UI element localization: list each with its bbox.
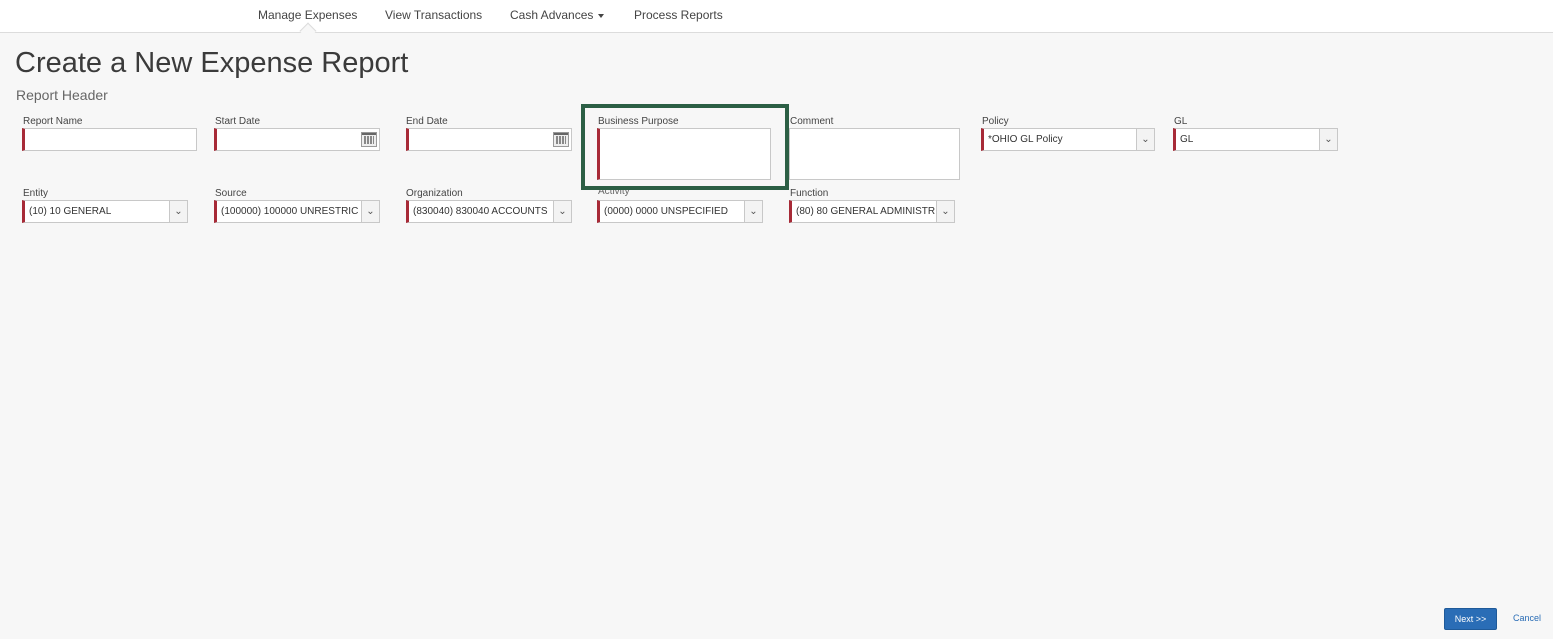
entity-select[interactable]: (10) 10 GENERAL ⌄: [22, 200, 188, 223]
policy-select[interactable]: *OHIO GL Policy ⌄: [981, 128, 1155, 151]
entity-label: Entity: [23, 188, 49, 199]
report-name-input[interactable]: [22, 128, 197, 151]
nav-cash-advances[interactable]: Cash Advances: [510, 8, 605, 22]
next-button[interactable]: Next >>: [1444, 608, 1497, 630]
nav-process-reports[interactable]: Process Reports: [634, 8, 723, 22]
organization-value: (830040) 830040 ACCOUNTS: [413, 206, 548, 217]
report-name-label: Report Name: [23, 116, 83, 127]
chevron-down-icon[interactable]: ⌄: [1136, 129, 1154, 150]
chevron-down-icon[interactable]: ⌄: [1319, 129, 1337, 150]
activity-value: (0000) 0000 UNSPECIFIED: [604, 206, 728, 217]
business-purpose-highlight-box: [581, 104, 789, 190]
function-label: Function: [790, 188, 829, 199]
comment-label: Comment: [790, 116, 834, 127]
section-title: Report Header: [16, 87, 108, 103]
gl-label: GL: [1174, 116, 1188, 127]
comment-textarea[interactable]: [789, 128, 960, 180]
chevron-down-icon[interactable]: ⌄: [169, 201, 187, 222]
chevron-down-icon[interactable]: ⌄: [553, 201, 571, 222]
organization-label: Organization: [406, 188, 463, 199]
start-date-label: Start Date: [215, 116, 261, 127]
end-date-input[interactable]: [406, 128, 572, 151]
start-date-input[interactable]: [214, 128, 380, 151]
gl-value: GL: [1180, 134, 1194, 145]
active-nav-pointer: [299, 22, 317, 40]
nav-manage-expenses[interactable]: Manage Expenses: [258, 8, 357, 22]
policy-label: Policy: [982, 116, 1009, 127]
chevron-down-icon[interactable]: ⌄: [361, 201, 379, 222]
function-select[interactable]: (80) 80 GENERAL ADMINISTR ⌄: [789, 200, 955, 223]
organization-select[interactable]: (830040) 830040 ACCOUNTS ⌄: [406, 200, 572, 223]
end-date-label: End Date: [406, 116, 448, 127]
top-navigation: Manage Expenses View Transactions Cash A…: [0, 0, 1553, 40]
caret-down-icon: [598, 13, 605, 18]
source-label: Source: [215, 188, 247, 199]
calendar-icon[interactable]: [553, 132, 569, 147]
source-value: (100000) 100000 UNRESTRIC: [221, 206, 359, 217]
chevron-down-icon[interactable]: ⌄: [744, 201, 762, 222]
page-title: Create a New Expense Report: [15, 47, 409, 79]
policy-value: *OHIO GL Policy: [988, 134, 1063, 145]
cancel-link[interactable]: Cancel: [1513, 613, 1541, 623]
nav-view-transactions[interactable]: View Transactions: [385, 8, 482, 22]
source-select[interactable]: (100000) 100000 UNRESTRIC ⌄: [214, 200, 380, 223]
calendar-icon[interactable]: [361, 132, 377, 147]
gl-select[interactable]: GL ⌄: [1173, 128, 1338, 151]
function-value: (80) 80 GENERAL ADMINISTR: [796, 206, 936, 217]
nav-cash-advances-label: Cash Advances: [510, 8, 594, 22]
chevron-down-icon[interactable]: ⌄: [936, 201, 954, 222]
activity-select[interactable]: (0000) 0000 UNSPECIFIED ⌄: [597, 200, 763, 223]
entity-value: (10) 10 GENERAL: [29, 206, 112, 217]
